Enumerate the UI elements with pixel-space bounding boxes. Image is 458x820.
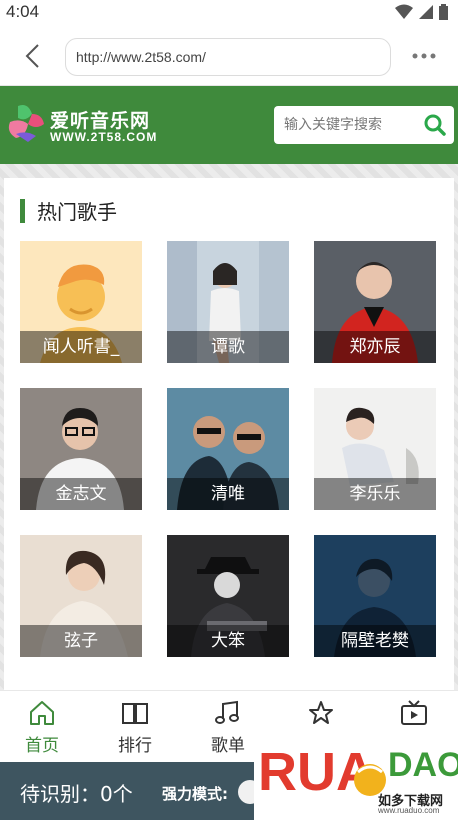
- signal-icon: [419, 5, 433, 19]
- section-accent-bar: [20, 198, 25, 223]
- back-button[interactable]: [18, 40, 46, 72]
- nav-home[interactable]: 首页: [0, 691, 88, 763]
- nav-label: 歌单: [211, 735, 245, 756]
- pending-count: 待识别：0个: [20, 782, 133, 806]
- artist-name: 弦子: [20, 625, 142, 657]
- home-icon: [30, 700, 54, 725]
- star-icon: [309, 701, 333, 724]
- logo-title: 爱听音乐网: [50, 110, 151, 132]
- section-title: 热门歌手: [37, 200, 117, 224]
- artist-card[interactable]: 郑亦辰: [314, 241, 436, 363]
- search-icon[interactable]: [424, 114, 446, 136]
- site-logo[interactable]: 爱听音乐网 WWW.2T58.COM: [6, 104, 166, 148]
- artist-card[interactable]: 清唯: [167, 388, 289, 510]
- video-icon: [401, 700, 427, 725]
- nav-label: 首页: [25, 735, 59, 756]
- search-input[interactable]: 输入关键字搜索: [284, 106, 382, 144]
- artist-name: 郑亦辰: [314, 331, 436, 363]
- url-field[interactable]: http://www.2t58.com/: [65, 38, 391, 76]
- artist-card[interactable]: 隔壁老樊: [314, 535, 436, 657]
- artist-name: 大笨: [167, 625, 289, 657]
- nav-label: 排行: [118, 735, 152, 756]
- artist-name: 李乐乐: [314, 478, 436, 510]
- artist-card[interactable]: 金志文: [20, 388, 142, 510]
- more-dots-icon: [412, 53, 436, 59]
- svg-text:DAO: DAO: [388, 746, 458, 784]
- artist-card[interactable]: 弦子: [20, 535, 142, 657]
- book-icon: [122, 702, 148, 724]
- status-time: 4:04: [6, 2, 40, 21]
- artist-card[interactable]: 谭歌: [167, 241, 289, 363]
- artist-name: 金志文: [20, 478, 142, 510]
- mode-label: 强力模式:: [162, 785, 228, 803]
- watermark-logo: RUA DAO 如多下载网 www.ruaduo.com: [254, 732, 458, 820]
- nav-ranking[interactable]: 排行: [89, 691, 181, 763]
- artist-name: 闻人听書_: [20, 331, 142, 363]
- status-bar: 4:04: [0, 0, 458, 26]
- artist-name: 谭歌: [167, 331, 289, 363]
- wifi-icon: [395, 4, 413, 19]
- site-header: 爱听音乐网 WWW.2T58.COM 输入关键字搜索: [0, 86, 458, 164]
- logo-subtitle: WWW.2T58.COM: [50, 130, 158, 144]
- logo-mark-icon: [8, 105, 44, 142]
- artist-card[interactable]: 闻人听書_: [20, 241, 142, 363]
- artist-name: 隔壁老樊: [314, 625, 436, 657]
- artist-name: 清唯: [167, 478, 289, 510]
- music-note-icon: [215, 700, 239, 724]
- chevron-left-icon: [25, 44, 39, 68]
- search-box[interactable]: 输入关键字搜索: [274, 106, 454, 144]
- battery-icon: [439, 4, 448, 20]
- status-icons: [395, 4, 448, 20]
- artist-card[interactable]: 大笨: [167, 535, 289, 657]
- more-menu-button[interactable]: [410, 44, 438, 68]
- watermark-url: www.ruaduo.com: [378, 806, 440, 815]
- artist-card[interactable]: 李乐乐: [314, 388, 436, 510]
- browser-toolbar: http://www.2t58.com/: [0, 26, 458, 86]
- section-header: 热门歌手: [20, 196, 117, 225]
